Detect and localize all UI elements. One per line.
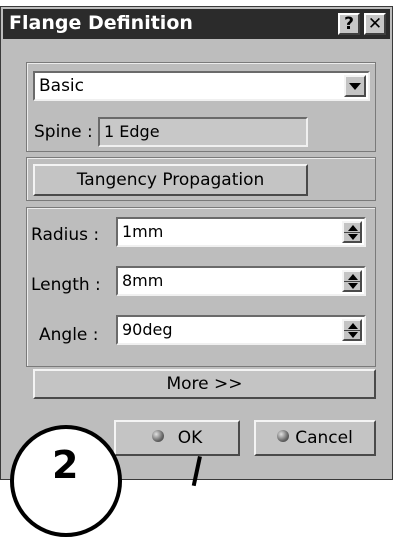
cancel-label: Cancel — [295, 428, 353, 448]
angle-label: Angle : — [39, 325, 99, 345]
callout-circle: 2 — [10, 425, 122, 537]
ok-ball-icon — [151, 430, 164, 442]
angle-spinner[interactable] — [342, 319, 362, 341]
spine-field[interactable]: 1 Edge — [98, 117, 308, 147]
spin-divider — [344, 232, 360, 233]
spin-down-icon — [348, 332, 358, 338]
spin-up-icon — [348, 274, 358, 280]
ok-label: OK — [177, 428, 203, 448]
close-button[interactable]: ✕ — [364, 13, 386, 35]
mode-combo[interactable]: Basic — [33, 71, 370, 101]
tangency-propagation-button[interactable]: Tangency Propagation — [33, 164, 308, 196]
mode-combo-value: Basic — [39, 76, 85, 96]
ok-button[interactable]: OK — [114, 420, 240, 456]
more-button[interactable]: More >> — [33, 369, 376, 399]
callout-number: 2 — [52, 443, 79, 487]
spin-down-icon — [348, 234, 358, 240]
length-input[interactable]: 8mm — [116, 266, 366, 296]
length-spinner[interactable] — [342, 270, 362, 292]
dialog-title: Flange Definition — [9, 12, 193, 34]
radius-input[interactable]: 1mm — [116, 217, 366, 247]
spin-up-icon — [348, 225, 358, 231]
spin-down-icon — [348, 283, 358, 289]
spin-divider — [344, 281, 360, 282]
length-value: 8mm — [122, 271, 164, 290]
flange-definition-dialog: Flange Definition ? ✕ Basic Spine : 1 Ed… — [0, 6, 393, 480]
radius-value: 1mm — [122, 222, 164, 241]
title-bar: Flange Definition ? ✕ — [3, 9, 390, 39]
dropdown-button[interactable] — [344, 75, 366, 97]
spine-label: Spine : — [34, 122, 93, 142]
spine-value: 1 Edge — [104, 122, 160, 141]
spin-up-icon — [348, 323, 358, 329]
cancel-button[interactable]: Cancel — [254, 420, 376, 456]
radius-label: Radius : — [31, 225, 100, 245]
chevron-down-icon — [349, 83, 361, 90]
help-button[interactable]: ? — [338, 13, 360, 35]
spin-divider — [344, 330, 360, 331]
length-label: Length : — [31, 275, 101, 295]
cancel-ball-icon — [277, 430, 290, 442]
angle-input[interactable]: 90deg — [116, 315, 366, 345]
angle-value: 90deg — [122, 320, 173, 339]
radius-spinner[interactable] — [342, 221, 362, 243]
